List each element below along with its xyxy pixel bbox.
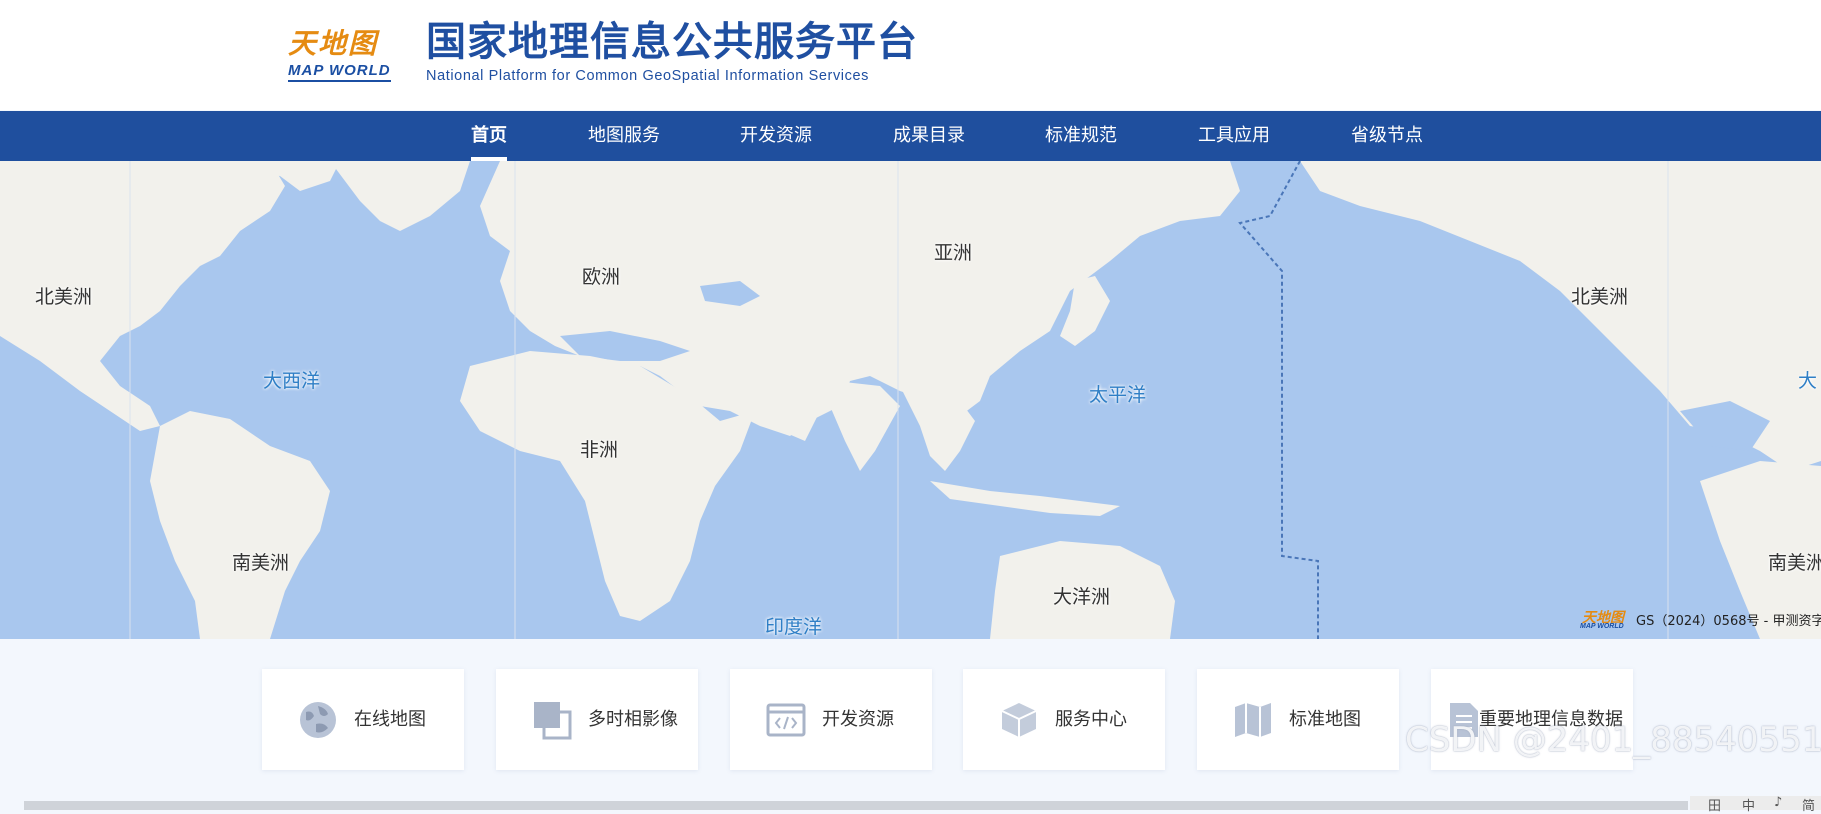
card-label: 开发资源 xyxy=(822,708,894,730)
site-logo[interactable]: 天地图 MAP WORLD xyxy=(288,22,394,84)
site-header: 天地图 MAP WORLD 国家地理信息公共服务平台 National Plat… xyxy=(0,0,1821,110)
nav-item-catalog[interactable]: 成果目录 xyxy=(893,111,965,161)
nav-item-provincial-nodes[interactable]: 省级节点 xyxy=(1351,111,1423,161)
label-atlantic-ocean: 大西洋 xyxy=(263,370,321,392)
folded-map-icon xyxy=(1235,703,1271,737)
label-north-america-left: 北美洲 xyxy=(35,286,93,308)
nav-item-tools[interactable]: 工具应用 xyxy=(1198,111,1270,161)
card-service-center[interactable]: 服务中心 xyxy=(963,669,1165,770)
card-multi-temporal-imagery[interactable]: 多时相影像 xyxy=(496,669,698,770)
watermark: CSDN @2401_88540551 xyxy=(1405,720,1821,760)
label-atlantic-ocean-right: 大 xyxy=(1798,370,1818,392)
label-pacific-ocean: 太平洋 xyxy=(1089,384,1147,406)
cube-icon xyxy=(1001,703,1037,737)
site-title-cn: 国家地理信息公共服务平台 xyxy=(426,19,918,65)
nav-item-standards[interactable]: 标准规范 xyxy=(1045,111,1117,161)
bottom-tool-1[interactable]: 田 xyxy=(1708,795,1721,814)
bottom-tool-4[interactable]: 简 xyxy=(1802,795,1815,814)
card-standard-map[interactable]: 标准地图 xyxy=(1197,669,1399,770)
bottom-toolbar: 田 中 ♪ 简 xyxy=(1690,795,1821,814)
layers-icon xyxy=(534,702,572,740)
label-africa: 非洲 xyxy=(580,439,619,461)
card-dev-resources[interactable]: 开发资源 xyxy=(730,669,932,770)
nav-item-dev-resources[interactable]: 开发资源 xyxy=(740,111,812,161)
site-title-en: National Platform for Common GeoSpatial … xyxy=(426,68,869,84)
label-south-america-left: 南美洲 xyxy=(232,552,290,574)
label-south-america-right: 南美洲 xyxy=(1768,552,1821,574)
bottom-tool-3[interactable]: ♪ xyxy=(1774,795,1782,810)
card-label: 服务中心 xyxy=(1055,708,1127,730)
label-asia: 亚洲 xyxy=(934,242,973,264)
code-window-icon xyxy=(766,703,806,737)
logo-chinese: 天地图 xyxy=(288,27,379,60)
nav-item-map-services[interactable]: 地图服务 xyxy=(588,111,660,161)
card-label: 标准地图 xyxy=(1289,708,1361,730)
horizontal-scrollbar[interactable] xyxy=(24,801,1688,810)
label-europe: 欧洲 xyxy=(582,266,621,288)
site-title: 国家地理信息公共服务平台 National Platform for Commo… xyxy=(426,18,918,84)
card-online-map[interactable]: 在线地图 xyxy=(262,669,464,770)
main-nav: 首页 地图服务 开发资源 成果目录 标准规范 工具应用 省级节点 xyxy=(0,111,1821,161)
world-map[interactable]: 北美洲 欧洲 亚洲 北美洲 非洲 南美洲 大洋洲 南美洲 大西洋 太平洋 印度洋… xyxy=(0,161,1821,639)
card-label: 多时相影像 xyxy=(588,708,678,730)
label-north-america-right: 北美洲 xyxy=(1571,286,1629,308)
card-label: 在线地图 xyxy=(354,708,426,730)
nav-item-home[interactable]: 首页 xyxy=(471,111,507,161)
bottom-tool-2[interactable]: 中 xyxy=(1742,795,1755,814)
logo-english: MAP WORLD xyxy=(288,62,391,82)
attribution-logo-en: MAP WORLD xyxy=(1580,623,1624,630)
attribution-logo: 天地图 MAP WORLD xyxy=(1580,607,1626,631)
globe-icon xyxy=(300,702,336,738)
label-indian-ocean: 印度洋 xyxy=(765,616,823,638)
attribution-text: GS（2024）0568号 - 甲测资字 xyxy=(1636,614,1821,629)
label-oceania: 大洋洲 xyxy=(1053,586,1111,608)
